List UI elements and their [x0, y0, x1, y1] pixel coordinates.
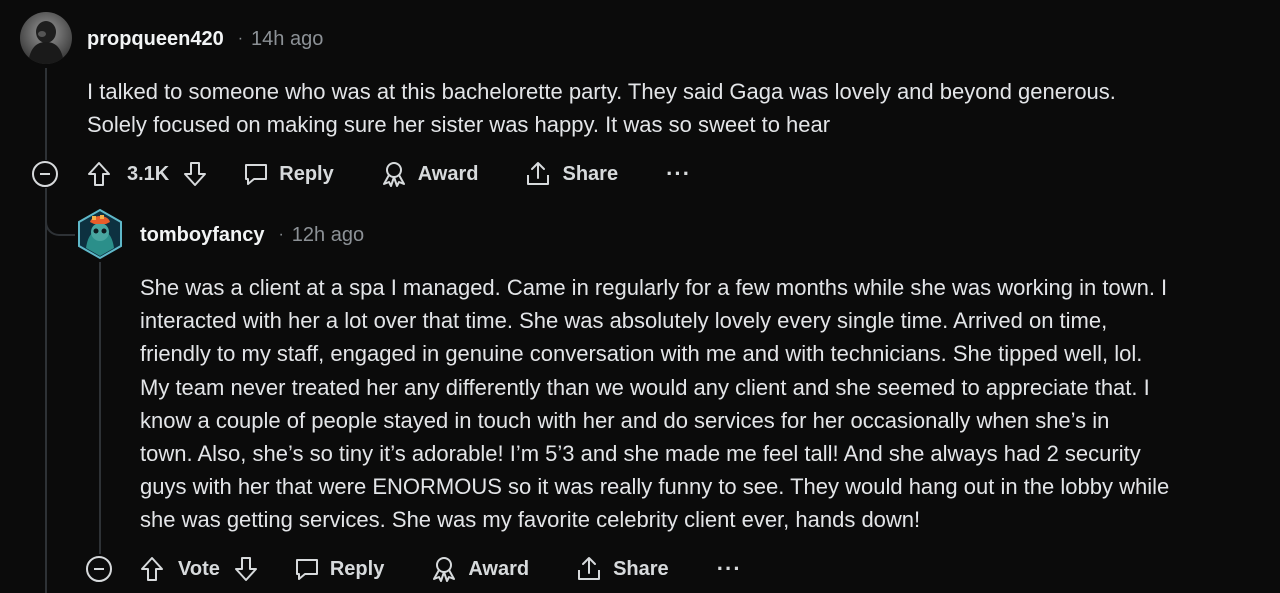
comment-body: She was a client at a spa I managed. Cam… — [140, 271, 1270, 537]
comment-line: interacted with her a lot over that time… — [140, 308, 1108, 334]
comment-line: town. Also, she’s so tiny it’s adorable!… — [140, 441, 1141, 467]
share-button[interactable]: Share — [524, 160, 618, 188]
avatar[interactable] — [76, 208, 124, 260]
comment-line: friendly to my staff, engaged in genuine… — [140, 341, 1143, 367]
username[interactable]: tomboyfancy — [140, 224, 264, 247]
comment-body: I talked to someone who was at this bach… — [87, 75, 1267, 141]
award-ribbon-icon — [433, 557, 456, 582]
upvote-button[interactable] — [140, 556, 164, 582]
reply-label: Reply — [329, 557, 385, 580]
vote-label: Vote — [178, 557, 220, 580]
share-icon — [578, 557, 601, 580]
collapse-minus-icon[interactable] — [32, 161, 58, 187]
comment-actions: 3.1K Reply Award Share ··· — [87, 154, 691, 194]
comment-actions: Vote Reply Award Share ··· — [140, 549, 742, 589]
arrow-down-icon — [184, 162, 207, 186]
comment-thread: propqueen420 · 14h ago I talked to someo… — [0, 0, 1280, 593]
award-button[interactable]: Award — [430, 555, 529, 583]
comment-line: Solely focused on making sure her sister… — [87, 112, 831, 138]
comment-line: My team never treated her any differentl… — [140, 374, 1150, 400]
comment-line: she was getting services. She was my fav… — [140, 507, 921, 533]
meta-separator: · — [237, 30, 244, 47]
upvote-button[interactable] — [87, 161, 111, 187]
arrow-up-icon — [88, 162, 110, 186]
thread-line-reply[interactable] — [99, 262, 101, 554]
comment-line: know a couple of people stayed in touch … — [140, 407, 1110, 433]
arrow-up-icon — [141, 557, 163, 581]
thread-line-root[interactable] — [45, 68, 47, 160]
more-options-button[interactable]: ··· — [666, 161, 691, 187]
username[interactable]: propqueen420 — [87, 28, 224, 51]
speech-bubble-icon — [245, 164, 268, 185]
share-label: Share — [562, 162, 619, 185]
vote-count: 3.1K — [127, 162, 170, 185]
timestamp[interactable]: 14h ago — [251, 28, 323, 51]
share-label: Share — [613, 557, 669, 580]
collapse-minus-icon[interactable] — [86, 556, 112, 582]
meta-separator: · — [278, 226, 284, 243]
comment-line: I talked to someone who was at this bach… — [87, 79, 1116, 104]
reply-label: Reply — [279, 162, 334, 185]
award-button[interactable]: Award — [380, 160, 479, 188]
comment-meta: tomboyfancy · 12h ago — [140, 222, 364, 248]
share-button[interactable]: Share — [575, 555, 669, 583]
downvote-button[interactable] — [183, 161, 207, 187]
thread-line-root-lower[interactable] — [45, 188, 47, 593]
speech-bubble-icon — [295, 559, 318, 580]
award-ribbon-icon — [382, 162, 405, 187]
avatar[interactable] — [20, 12, 72, 64]
reply-button[interactable]: Reply — [243, 161, 334, 187]
thread-branch-curve — [45, 188, 75, 236]
timestamp[interactable]: 12h ago — [292, 224, 364, 247]
downvote-button[interactable] — [234, 556, 258, 582]
reply-button[interactable]: Reply — [294, 556, 384, 582]
award-label: Award — [468, 557, 530, 580]
award-label: Award — [417, 162, 479, 185]
comment-meta: propqueen420 · 14h ago — [87, 26, 323, 52]
share-icon — [527, 162, 550, 185]
more-options-button[interactable]: ··· — [717, 556, 742, 582]
arrow-down-icon — [234, 557, 257, 581]
comment-line: She was a client at a spa I managed. Cam… — [140, 275, 1168, 300]
comment-line: guys with her that were ENORMOUS so it w… — [140, 474, 1170, 500]
